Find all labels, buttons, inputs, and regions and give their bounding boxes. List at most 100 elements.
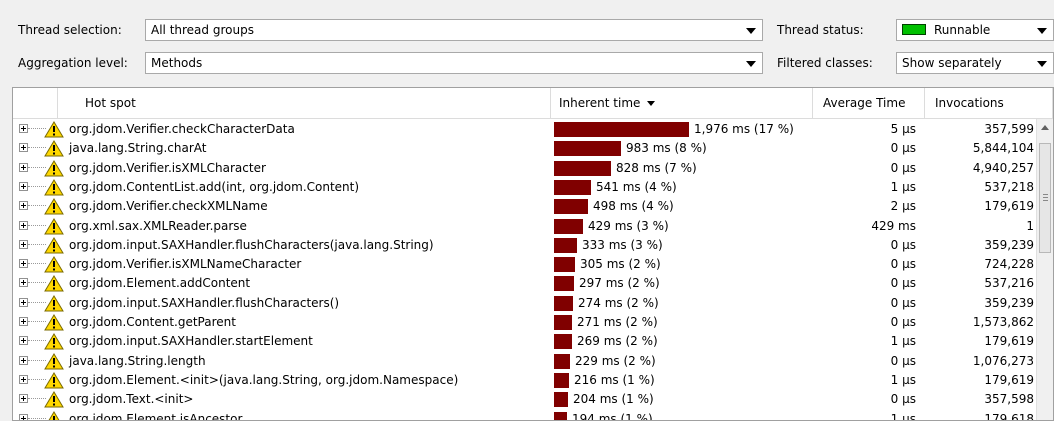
hot-spot-method: org.jdom.ContentList.add(int, org.jdom.C…: [69, 179, 360, 194]
table-row[interactable]: org.jdom.Verifier.isXMLCharacter 828 ms (…: [13, 159, 1053, 178]
plus-expander-icon[interactable]: [19, 413, 28, 420]
table-row[interactable]: org.jdom.ContentList.add(int, org.jdom.C…: [13, 178, 1053, 197]
thread-status-dropdown[interactable]: Runnable: [896, 19, 1054, 41]
filtered-classes-dropdown[interactable]: Show separately: [896, 52, 1054, 74]
plus-expander-icon[interactable]: [19, 374, 28, 384]
column-header-inherent-time-label: Inherent time: [559, 96, 641, 110]
plus-expander-icon[interactable]: [19, 124, 28, 133]
thread-selection-dropdown[interactable]: All thread groups: [145, 19, 763, 41]
runnable-color-swatch: [902, 24, 926, 35]
plus-expander-icon[interactable]: [19, 336, 28, 346]
column-header-hot-spot[interactable]: Hot spot: [58, 88, 551, 119]
plus-expander-icon[interactable]: [19, 278, 28, 288]
warning-triangle-icon: [44, 294, 64, 312]
inherent-time-bar: [554, 411, 567, 420]
grip-line: [1043, 200, 1048, 201]
inherent-time-value: 305 ms (2 %): [580, 257, 661, 272]
tree-column-header[interactable]: [13, 88, 58, 119]
average-time-value: 5 µs: [890, 122, 916, 136]
inherent-time-value: 297 ms (2 %): [579, 276, 660, 291]
warning-triangle-icon: [44, 178, 64, 196]
invocations-value: 179,619: [984, 334, 1034, 349]
average-time-value: 1 µs: [890, 372, 916, 387]
average-time-value: 0 µs: [890, 237, 916, 252]
warning-triangle-icon: [44, 275, 64, 292]
column-header-hot-spot-label: Hot spot: [85, 96, 136, 110]
hotspots-table: Hot spot Inherent time Average Time Invo…: [12, 87, 1054, 421]
warning-triangle-icon: [44, 371, 64, 389]
average-time-value: 2 µs: [890, 199, 916, 214]
average-time-value: 0 µs: [890, 295, 916, 310]
table-row[interactable]: org.jdom.Verifier.checkXMLName 498 ms (4 …: [13, 197, 1053, 216]
aggregation-level-dropdown[interactable]: Methods: [145, 52, 763, 74]
inherent-time-value: 333 ms (3 %): [582, 237, 663, 252]
plus-expander-icon[interactable]: [19, 355, 28, 365]
table-row[interactable]: java.lang.String.length 229 ms (2 %) 0 µs 1…: [13, 352, 1053, 371]
warning-triangle-icon: [44, 159, 64, 177]
column-header-average-time[interactable]: Average Time: [813, 88, 925, 119]
table-row[interactable]: org.jdom.input.SAXHandler.flushCharacter…: [13, 294, 1053, 313]
scrollbar-thumb[interactable]: [1039, 143, 1051, 253]
inherent-time-bar: [554, 315, 572, 330]
column-header-inherent-time[interactable]: Inherent time: [551, 88, 813, 119]
table-row[interactable]: org.xml.sax.XMLReader.parse 429 ms (3 %) 4…: [13, 217, 1053, 236]
table-row[interactable]: org.jdom.Verifier.checkCharacterData 1,97…: [13, 120, 1053, 139]
plus-expander-icon[interactable]: [19, 162, 28, 172]
average-time-value: 1 µs: [890, 179, 916, 194]
invocations-value: 1,573,862: [972, 315, 1034, 329]
plus-expander-icon[interactable]: [19, 297, 28, 307]
table-row[interactable]: org.jdom.Element.addContent 297 ms (2 %) 0…: [13, 274, 1053, 293]
inherent-time-value: 194 ms (1 %): [572, 411, 653, 421]
warning-triangle-icon: [44, 256, 64, 273]
table-row[interactable]: org.jdom.Element.isAncestor 194 ms (1 %) 1…: [13, 410, 1053, 421]
inherent-time-value: 216 ms (1 %): [574, 372, 655, 387]
invocations-value: 179,619: [984, 199, 1034, 214]
sort-descending-icon: [647, 101, 656, 106]
plus-expander-icon[interactable]: [19, 259, 28, 269]
inherent-time-value: 541 ms (4 %): [596, 179, 677, 194]
scroll-up-arrow-icon[interactable]: [1041, 125, 1049, 130]
inherent-time-value: 204 ms (1 %): [573, 392, 654, 407]
column-header-invocations[interactable]: Invocations: [925, 88, 1053, 119]
chevron-down-icon: [746, 61, 756, 67]
average-time-value: 0 µs: [890, 353, 916, 368]
inherent-time-bar: [554, 392, 568, 408]
average-time-value: 0 µs: [890, 257, 916, 272]
table-row[interactable]: org.jdom.Element.<init>(java.lang.String…: [13, 371, 1053, 390]
invocations-value: 1,076,273: [972, 353, 1034, 368]
invocations-value: 4,940,257: [972, 160, 1034, 175]
inherent-time-bar: [554, 295, 573, 311]
table-row[interactable]: org.jdom.Verifier.isXMLNameCharacter 305 …: [13, 255, 1053, 274]
plus-expander-icon[interactable]: [19, 239, 28, 249]
inherent-time-bar: [554, 160, 611, 176]
table-row[interactable]: org.jdom.input.SAXHandler.startElement 26…: [13, 332, 1053, 351]
inherent-time-bar: [554, 199, 588, 215]
thread-status-label: Thread status:: [777, 23, 864, 37]
plus-expander-icon[interactable]: [19, 143, 28, 153]
table-row[interactable]: org.jdom.Content.getParent 271 ms (2 %) 0 …: [13, 313, 1053, 332]
inherent-time-value: 828 ms (7 %): [616, 160, 697, 175]
hot-spot-method: org.jdom.Verifier.isXMLNameCharacter: [69, 257, 302, 272]
warning-triangle-icon: [44, 314, 64, 331]
inherent-time-value: 229 ms (2 %): [575, 353, 656, 368]
plus-expander-icon[interactable]: [19, 181, 28, 191]
vertical-scrollbar[interactable]: [1036, 119, 1053, 420]
inherent-time-value: 429 ms (3 %): [588, 218, 669, 233]
table-row[interactable]: org.jdom.Text.<init> 204 ms (1 %) 0 µs 357,…: [13, 390, 1053, 409]
invocations-value: 359,239: [984, 295, 1034, 310]
plus-expander-icon[interactable]: [19, 220, 28, 230]
invocations-value: 359,239: [984, 237, 1034, 252]
invocations-value: 179,619: [984, 372, 1034, 387]
table-row[interactable]: java.lang.String.charAt 983 ms (8 %) 0 µs 5…: [13, 139, 1053, 158]
plus-expander-icon[interactable]: [19, 394, 28, 404]
warning-triangle-icon: [44, 140, 64, 157]
plus-expander-icon[interactable]: [19, 317, 28, 326]
inherent-time-bar: [554, 218, 583, 234]
warning-triangle-icon: [44, 333, 64, 350]
hot-spot-method: org.jdom.Verifier.checkCharacterData: [69, 122, 295, 136]
plus-expander-icon[interactable]: [19, 201, 28, 211]
hot-spot-method: java.lang.String.charAt: [69, 141, 207, 156]
hot-spot-method: java.lang.String.length: [69, 353, 206, 368]
average-time-value: 0 µs: [890, 141, 916, 156]
table-row[interactable]: org.jdom.input.SAXHandler.flushCharacter…: [13, 236, 1053, 255]
